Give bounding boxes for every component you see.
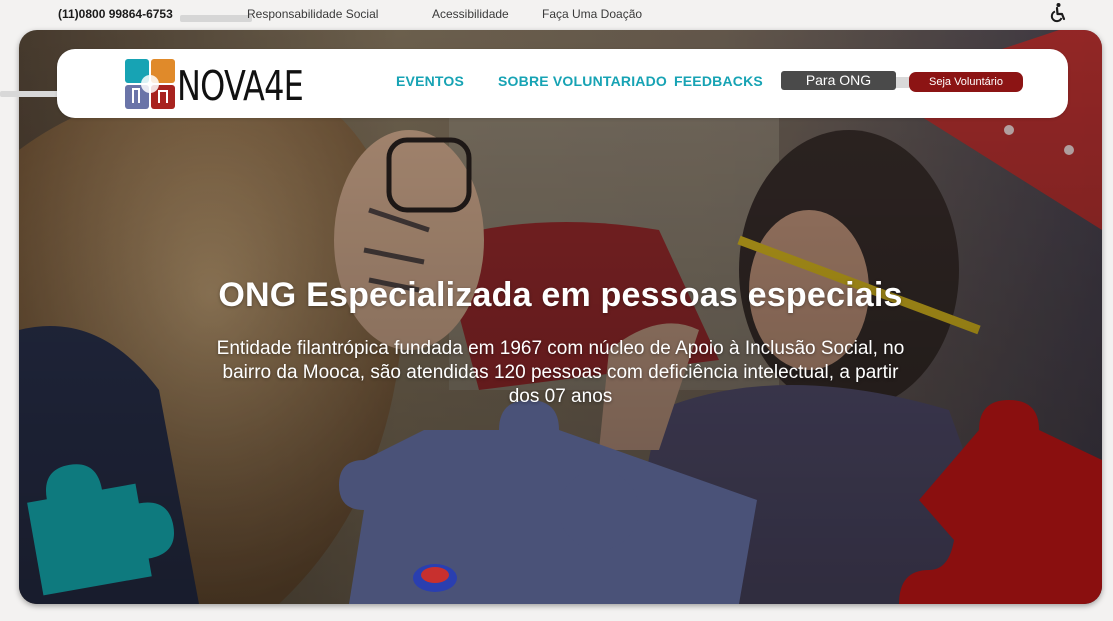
decorative-side-bar <box>0 91 62 97</box>
hero-subtitle: Entidade filantrópica fundada em 1967 co… <box>216 338 905 407</box>
main-navbar: NOVA4E EVENTOS SOBRE VOLUNTARIADO FEEDBA… <box>57 49 1068 118</box>
seja-voluntario-button[interactable]: Seja Voluntário <box>909 72 1023 92</box>
link-faca-doacao[interactable]: Faça Uma Doação <box>542 7 642 21</box>
logo[interactable]: NOVA4E <box>125 59 304 110</box>
decorative-bar <box>180 15 252 22</box>
nav-link-feedbacks[interactable]: FEEDBACKS <box>674 73 763 89</box>
link-acessibilidade[interactable]: Acessibilidade <box>432 7 509 21</box>
logo-text: NOVA4E <box>177 62 304 110</box>
nav-link-eventos[interactable]: EVENTOS <box>396 73 464 89</box>
phone-number: (11)0800 99864-6753 <box>58 7 173 21</box>
para-ong-button[interactable]: Para ONG <box>781 71 896 90</box>
hero-title: ONG Especializada em pessoas especiais <box>218 276 903 314</box>
link-responsabilidade-social[interactable]: Responsabilidade Social <box>247 7 378 21</box>
wheelchair-icon[interactable] <box>1046 1 1070 25</box>
top-bar: (11)0800 99864-6753 Responsabilidade Soc… <box>0 0 1113 28</box>
logo-mark-icon <box>125 59 175 109</box>
button-shadow <box>895 77 909 88</box>
nav-link-sobre-voluntariado[interactable]: SOBRE VOLUNTARIADO <box>498 73 667 89</box>
